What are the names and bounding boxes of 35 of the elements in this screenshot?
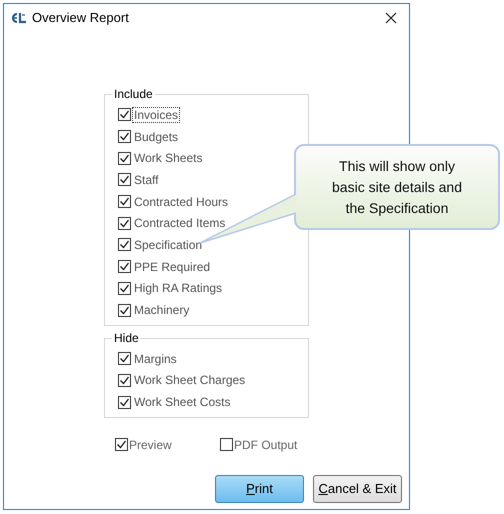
dialog-button[interactable]: Print xyxy=(215,475,304,503)
checkbox[interactable] xyxy=(118,216,131,230)
checkbox[interactable] xyxy=(118,352,131,366)
checkbox[interactable] xyxy=(118,396,131,409)
checkbox[interactable] xyxy=(118,108,131,122)
checkbox-label[interactable]: Contracted Hours xyxy=(132,194,230,210)
checkbox[interactable] xyxy=(118,130,131,144)
checkbox-label[interactable]: Work Sheet Charges xyxy=(132,372,248,388)
checkbox-label[interactable]: Budgets xyxy=(132,128,180,145)
checkbox-label[interactable]: Machinery xyxy=(132,302,192,318)
checkbox-label[interactable]: Contracted Items xyxy=(132,215,228,232)
checkbox-label[interactable]: Invoices xyxy=(132,106,180,123)
checkbox-label[interactable]: Specification xyxy=(132,236,204,253)
checkbox[interactable] xyxy=(118,374,131,387)
checkbox-label[interactable]: High RA Ratings xyxy=(132,280,224,296)
checkbox[interactable] xyxy=(118,195,131,208)
checkbox-label[interactable]: PPE Required xyxy=(132,258,212,275)
checkbox-label[interactable]: Preview xyxy=(129,436,172,454)
close-icon[interactable] xyxy=(385,12,397,24)
checkbox[interactable] xyxy=(118,173,131,186)
checkbox-label[interactable]: PDF Output xyxy=(234,436,298,454)
checkbox[interactable] xyxy=(118,238,131,252)
window-title: Overview Report xyxy=(32,9,129,28)
checkbox[interactable] xyxy=(118,282,131,295)
checkbox[interactable] xyxy=(118,304,131,317)
checkbox[interactable] xyxy=(115,438,128,452)
dialog-button[interactable]: Cancel & Exit xyxy=(313,475,402,503)
checkbox-label[interactable]: Margins xyxy=(132,350,179,367)
checkbox[interactable] xyxy=(220,438,233,452)
checkbox[interactable] xyxy=(118,152,131,165)
checkbox-label[interactable]: Work Sheets xyxy=(132,150,204,166)
checkbox-label[interactable]: Work Sheet Costs xyxy=(132,394,232,410)
checkbox-label[interactable]: Staff xyxy=(132,172,160,188)
checkbox[interactable] xyxy=(118,260,131,274)
callout-text: This will show only basic site details and the Specification xyxy=(331,156,463,218)
